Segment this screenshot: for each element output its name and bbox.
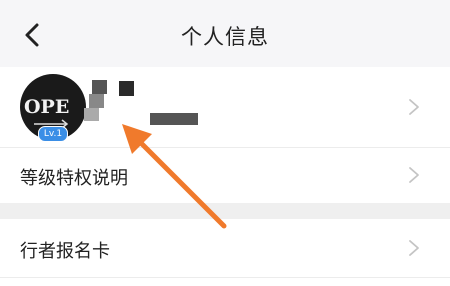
censored-username-block [92,80,107,94]
section-divider [0,203,450,219]
chevron-right-icon[interactable] [408,98,420,116]
registration-card-row[interactable]: 行者报名卡 [0,219,450,278]
avatar-sign-text: OPE [24,96,70,118]
top-bar: 个人信息 [0,0,450,67]
censored-username-block [89,94,104,108]
level-privilege-row[interactable]: 等级特权说明 [0,148,450,204]
registration-card-label: 行者报名卡 [20,241,110,262]
chevron-right-icon[interactable] [408,239,420,257]
censored-username-block [119,81,134,96]
censored-username-block [84,108,99,121]
profile-row[interactable]: OPE Lv.1 [0,67,450,148]
page-title: 个人信息 [181,25,269,49]
chevron-right-icon[interactable] [408,166,420,184]
censored-username-block [150,113,198,125]
level-badge: Lv.1 [38,126,68,142]
level-privilege-label: 等级特权说明 [20,168,128,189]
